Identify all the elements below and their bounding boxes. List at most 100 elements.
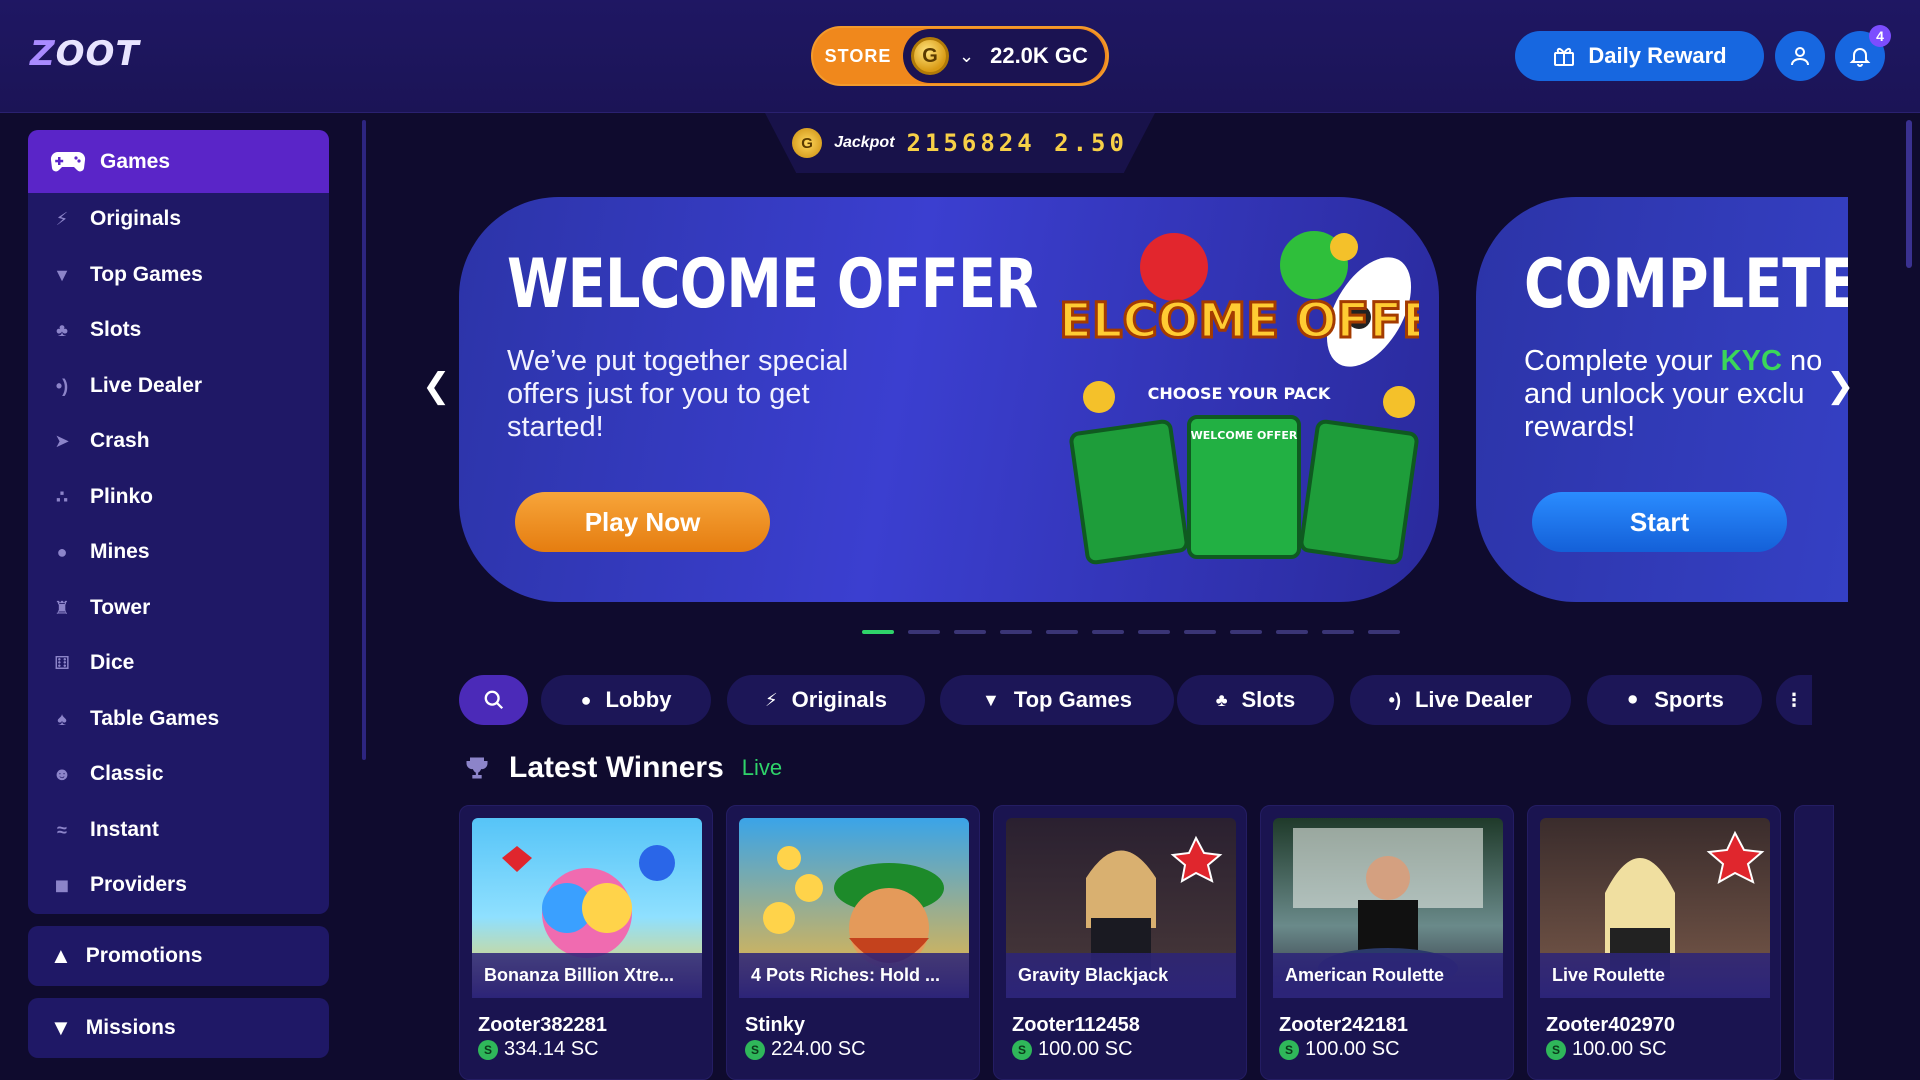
tab-more[interactable]: ⋮ (1776, 675, 1812, 725)
page-scrollbar[interactable] (1906, 120, 1912, 268)
bolt-icon: ⚡︎ (765, 689, 778, 710)
carousel-dot[interactable] (908, 630, 940, 634)
tab-top-games[interactable]: ▼ Top Games (940, 675, 1174, 725)
play-now-button[interactable]: Play Now (515, 492, 770, 552)
carousel-dot[interactable] (1092, 630, 1124, 634)
carousel-dot[interactable] (954, 630, 986, 634)
banner-text: Complete your KYC no and unlock your excl… (1524, 345, 1848, 444)
search-button[interactable] (459, 675, 528, 725)
sweeps-coin-icon: S (478, 1039, 498, 1060)
tab-lobby[interactable]: ● Lobby (541, 675, 711, 725)
amount-value: 100.00 SC (1038, 1038, 1133, 1060)
carousel-dot[interactable] (862, 630, 894, 634)
sidebar-item-games[interactable]: Games (28, 130, 329, 193)
sidebar-item-slots[interactable]: ♣ Slots (50, 315, 141, 345)
sidebar-item-label: Table Games (90, 707, 220, 730)
gold-coin-icon: G (911, 37, 949, 75)
carousel-dot[interactable] (1046, 630, 1078, 634)
gamepad-icon (50, 151, 86, 171)
sidebar-item-live-dealer[interactable]: •) Live Dealer (50, 371, 202, 401)
sidebar-item-label: Classic (90, 762, 164, 785)
tab-label: Originals (791, 687, 887, 712)
plinko-icon: ∴ (55, 486, 69, 507)
daily-reward-label: Daily Reward (1588, 43, 1727, 68)
winner-card[interactable]: American Roulette Zooter242181 S 100.00 S… (1260, 805, 1514, 1080)
tab-live-dealer[interactable]: •) Live Dealer (1350, 675, 1571, 725)
sidebar-item-originals[interactable]: ⚡︎ Originals (50, 204, 181, 234)
trophy-icon: ▼ (981, 689, 1000, 710)
winner-amount: S 334.14 SC (478, 1038, 599, 1061)
winner-amount: S 100.00 SC (1012, 1038, 1133, 1061)
bomb-icon: ● (56, 541, 68, 562)
game-name: American Roulette (1273, 953, 1503, 998)
balance-selector[interactable]: G ⌄ 22.0K GC (903, 29, 1105, 83)
sidebar-scrollbar[interactable] (362, 120, 366, 760)
game-name: Gravity Blackjack (1006, 953, 1236, 998)
winner-card[interactable]: Bonanza Billion Xtre... Zooter382281 S 33… (459, 805, 713, 1080)
logo-text: OOT (55, 34, 140, 74)
sidebar-item-classic[interactable]: ☻ Classic (50, 759, 164, 789)
sidebar-item-dice[interactable]: ⚅ Dice (50, 648, 134, 678)
sidebar-item-plinko[interactable]: ∴ Plinko (50, 482, 153, 512)
sidebar-games-label: Games (100, 149, 171, 173)
carousel-dot[interactable] (1276, 630, 1308, 634)
sidebar-item-crash[interactable]: ➤ Crash (50, 426, 150, 456)
amount-value: 100.00 SC (1572, 1038, 1667, 1060)
tab-originals[interactable]: ⚡︎ Originals (727, 675, 925, 725)
carousel-dot[interactable] (1184, 630, 1216, 634)
store-button[interactable]: STORE (813, 46, 903, 67)
winner-card-partial[interactable] (1794, 805, 1834, 1080)
complete-kyc-banner[interactable]: COMPLETE K Complete your KYC noand unloc… (1476, 197, 1848, 602)
jackpot-label: Jackpot (834, 134, 895, 151)
banner-text: We’ve put together special offers just f… (507, 345, 849, 443)
winner-card[interactable]: Gravity Blackjack Zooter112458 S 100.00 S… (993, 805, 1247, 1080)
carousel-dot[interactable] (1138, 630, 1170, 634)
store-balance-pill[interactable]: STORE G ⌄ 22.0K GC (811, 26, 1109, 86)
sidebar-item-mines[interactable]: ● Mines (50, 537, 150, 567)
start-button[interactable]: Start (1532, 492, 1787, 552)
sidebar-item-label: Originals (90, 207, 182, 230)
carousel-next-icon[interactable]: ❯ (1826, 366, 1855, 406)
winner-card[interactable]: 4 Pots Riches: Hold ... Stinky S 224.00 S… (726, 805, 980, 1080)
sweeps-coin-icon: S (1279, 1039, 1299, 1060)
carousel-dot[interactable] (1000, 630, 1032, 634)
sidebar-item-promotions[interactable]: ▲ Promotions (28, 926, 329, 986)
sidebar-item-providers[interactable]: ◼ Providers (50, 870, 187, 900)
winner-username: Zooter242181 (1279, 1014, 1408, 1036)
bell-icon (1849, 48, 1871, 67)
tab-sports[interactable]: ⚫ Sports (1587, 675, 1762, 725)
carousel-dot[interactable] (1368, 630, 1400, 634)
top-bar: ZOOT STORE G ⌄ 22.0K GC Daily Reward 4 (0, 0, 1920, 113)
welcome-offer-banner[interactable]: WELCOME OFFER We’ve put together special… (459, 197, 1439, 602)
sidebar-item-label: Instant (90, 818, 159, 841)
diamond-icon: ▼ (50, 1015, 72, 1040)
sidebar-item-label: Top Games (90, 263, 203, 286)
sidebar-item-instant[interactable]: ≈ Instant (50, 815, 159, 845)
profile-button[interactable] (1775, 31, 1825, 81)
sidebar-item-table-games[interactable]: ♠ Table Games (50, 704, 219, 734)
tab-label: Top Games (1013, 687, 1132, 712)
sidebar-item-tower[interactable]: ♜ Tower (50, 593, 150, 623)
carousel-dots (862, 630, 1400, 634)
gift-icon (1554, 47, 1575, 66)
chevron-down-icon[interactable]: ⌄ (959, 46, 974, 67)
rocket-icon: ➤ (54, 430, 70, 451)
zoot-logo[interactable]: ZOOT (30, 34, 140, 74)
carousel-prev-icon[interactable]: ❮ (422, 366, 451, 406)
winner-amount: S 100.00 SC (1279, 1038, 1400, 1061)
daily-reward-button[interactable]: Daily Reward (1515, 31, 1764, 81)
sidebar-item-top-games[interactable]: ▼ Top Games (50, 260, 203, 290)
notifications-button[interactable]: 4 (1835, 25, 1891, 81)
dice-icon: ⚅ (54, 652, 70, 673)
gamepad-icon: ● (580, 689, 592, 710)
cherries-icon: ♣ (56, 319, 68, 340)
art-subtitle: CHOOSE YOUR PACK (1148, 384, 1331, 403)
banner-text-line3: rewards! (1524, 411, 1636, 443)
winner-card[interactable]: Live Roulette Zooter402970 S 100.00 SC (1527, 805, 1781, 1080)
sidebar-item-missions[interactable]: ▼ Missions (28, 998, 329, 1058)
carousel-dot[interactable] (1230, 630, 1262, 634)
sidebar-item-label: Mines (90, 540, 150, 563)
tab-slots[interactable]: ♣ Slots (1177, 675, 1334, 725)
carousel-dot[interactable] (1322, 630, 1354, 634)
sidebar-item-label: Crash (90, 429, 150, 452)
